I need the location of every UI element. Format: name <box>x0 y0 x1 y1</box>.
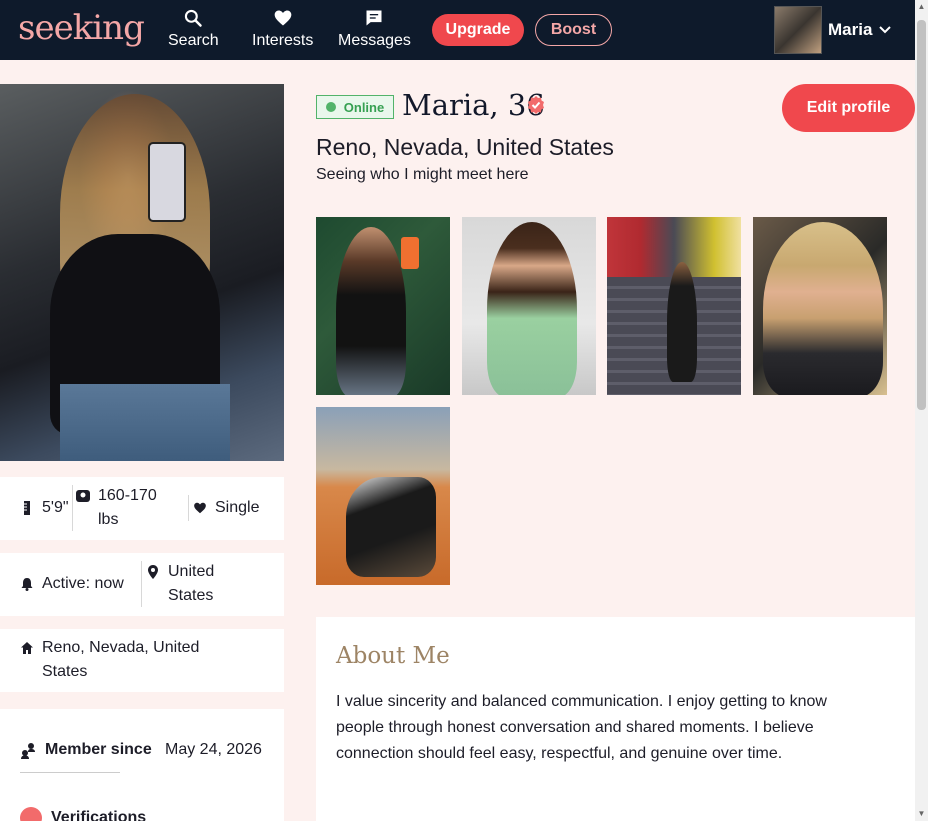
search-icon <box>185 9 203 27</box>
photo-thumbnail[interactable] <box>316 407 450 585</box>
main-profile-photo[interactable] <box>0 84 284 461</box>
nav-interests-label: Interests <box>252 32 314 49</box>
online-status-badge: Online <box>316 95 394 119</box>
profile-headline: Seeing who I might meet here <box>316 166 529 183</box>
scroll-up-arrow-icon[interactable]: ▲ <box>917 2 926 12</box>
heart-icon <box>274 10 292 26</box>
member-since-value: May 24, 2026 <box>165 741 262 758</box>
photo-thumbnail[interactable] <box>462 217 596 395</box>
about-me-section: About Me I value sincerity and balanced … <box>316 617 915 821</box>
about-me-title: About Me <box>336 643 450 669</box>
avatar[interactable] <box>774 6 822 54</box>
edit-profile-button[interactable]: Edit profile <box>782 84 915 132</box>
nav-search[interactable]: Search <box>168 8 219 50</box>
nav-interests[interactable]: Interests <box>252 8 313 50</box>
chevron-down-icon[interactable] <box>878 23 892 37</box>
home-icon <box>21 642 33 654</box>
verifications-label: Verifications <box>51 809 147 821</box>
stats-card-activity: Active: now United States <box>0 553 284 616</box>
stat-active-value: Active: now <box>42 575 124 592</box>
page-scrollbar[interactable]: ▲ ▼ <box>915 0 928 821</box>
stats-card-home: Reno, Nevada, United States <box>0 629 284 692</box>
online-status-label: Online <box>343 99 385 115</box>
seeking-logo[interactable]: seeking <box>18 8 145 48</box>
online-dot-icon <box>325 102 336 112</box>
divider <box>20 772 120 773</box>
nav-messages[interactable]: Messages <box>338 8 411 50</box>
photo-thumbnail[interactable] <box>753 217 887 395</box>
upgrade-button[interactable]: Upgrade <box>432 14 524 46</box>
message-icon <box>366 10 382 26</box>
user-name[interactable]: Maria <box>828 20 872 40</box>
profile-name-age: Maria, 36 <box>402 88 545 122</box>
location-pin-icon <box>148 565 158 579</box>
stat-relationship-value: Single <box>215 499 260 516</box>
divider <box>141 561 142 607</box>
boost-button[interactable]: Boost <box>535 14 612 46</box>
verifications[interactable]: Verifications <box>20 807 146 821</box>
member-since: Member since <box>20 741 152 759</box>
nav-messages-label: Messages <box>338 32 411 49</box>
stats-card-membership: Member since May 24, 2026 Verifications <box>0 709 284 821</box>
stat-home: Reno, Nevada, United States <box>20 636 250 684</box>
stat-weight-value: 160-170 lbs <box>98 487 157 528</box>
divider <box>72 485 73 531</box>
stat-active: Active: now <box>20 572 124 596</box>
stats-card-body: 5'9" 160-170 lbs Single <box>0 477 284 540</box>
stat-weight: 160-170 lbs <box>76 484 186 532</box>
top-nav: seeking Search Interests Messages Upgrad… <box>0 0 915 60</box>
verified-badge-icon <box>528 96 544 114</box>
scroll-down-arrow-icon[interactable]: ▼ <box>917 809 926 819</box>
scroll-thumb[interactable] <box>917 20 926 410</box>
photo-thumbnail[interactable] <box>316 217 450 395</box>
stat-country-value: United States <box>168 563 215 604</box>
stat-relationship: Single <box>193 496 259 520</box>
stat-country: United States <box>146 560 266 608</box>
stat-height-value: 5'9" <box>42 499 69 516</box>
stat-home-value: Reno, Nevada, United States <box>42 639 200 680</box>
member-since-label: Member since <box>45 741 152 758</box>
verified-check-icon <box>20 807 42 821</box>
member-icon <box>21 742 35 759</box>
divider <box>188 495 189 521</box>
heart-icon <box>194 502 206 514</box>
scale-icon <box>76 490 90 502</box>
ruler-icon <box>24 501 30 515</box>
photo-phone <box>148 142 186 222</box>
bell-icon <box>21 578 33 591</box>
nav-search-label: Search <box>168 32 219 49</box>
profile-location: Reno, Nevada, United States <box>316 134 614 160</box>
stat-height: 5'9" <box>20 496 69 520</box>
photo-thumbnail[interactable] <box>607 217 741 395</box>
photo-figure-jeans <box>60 384 230 461</box>
about-me-text: I value sincerity and balanced communica… <box>336 693 827 762</box>
